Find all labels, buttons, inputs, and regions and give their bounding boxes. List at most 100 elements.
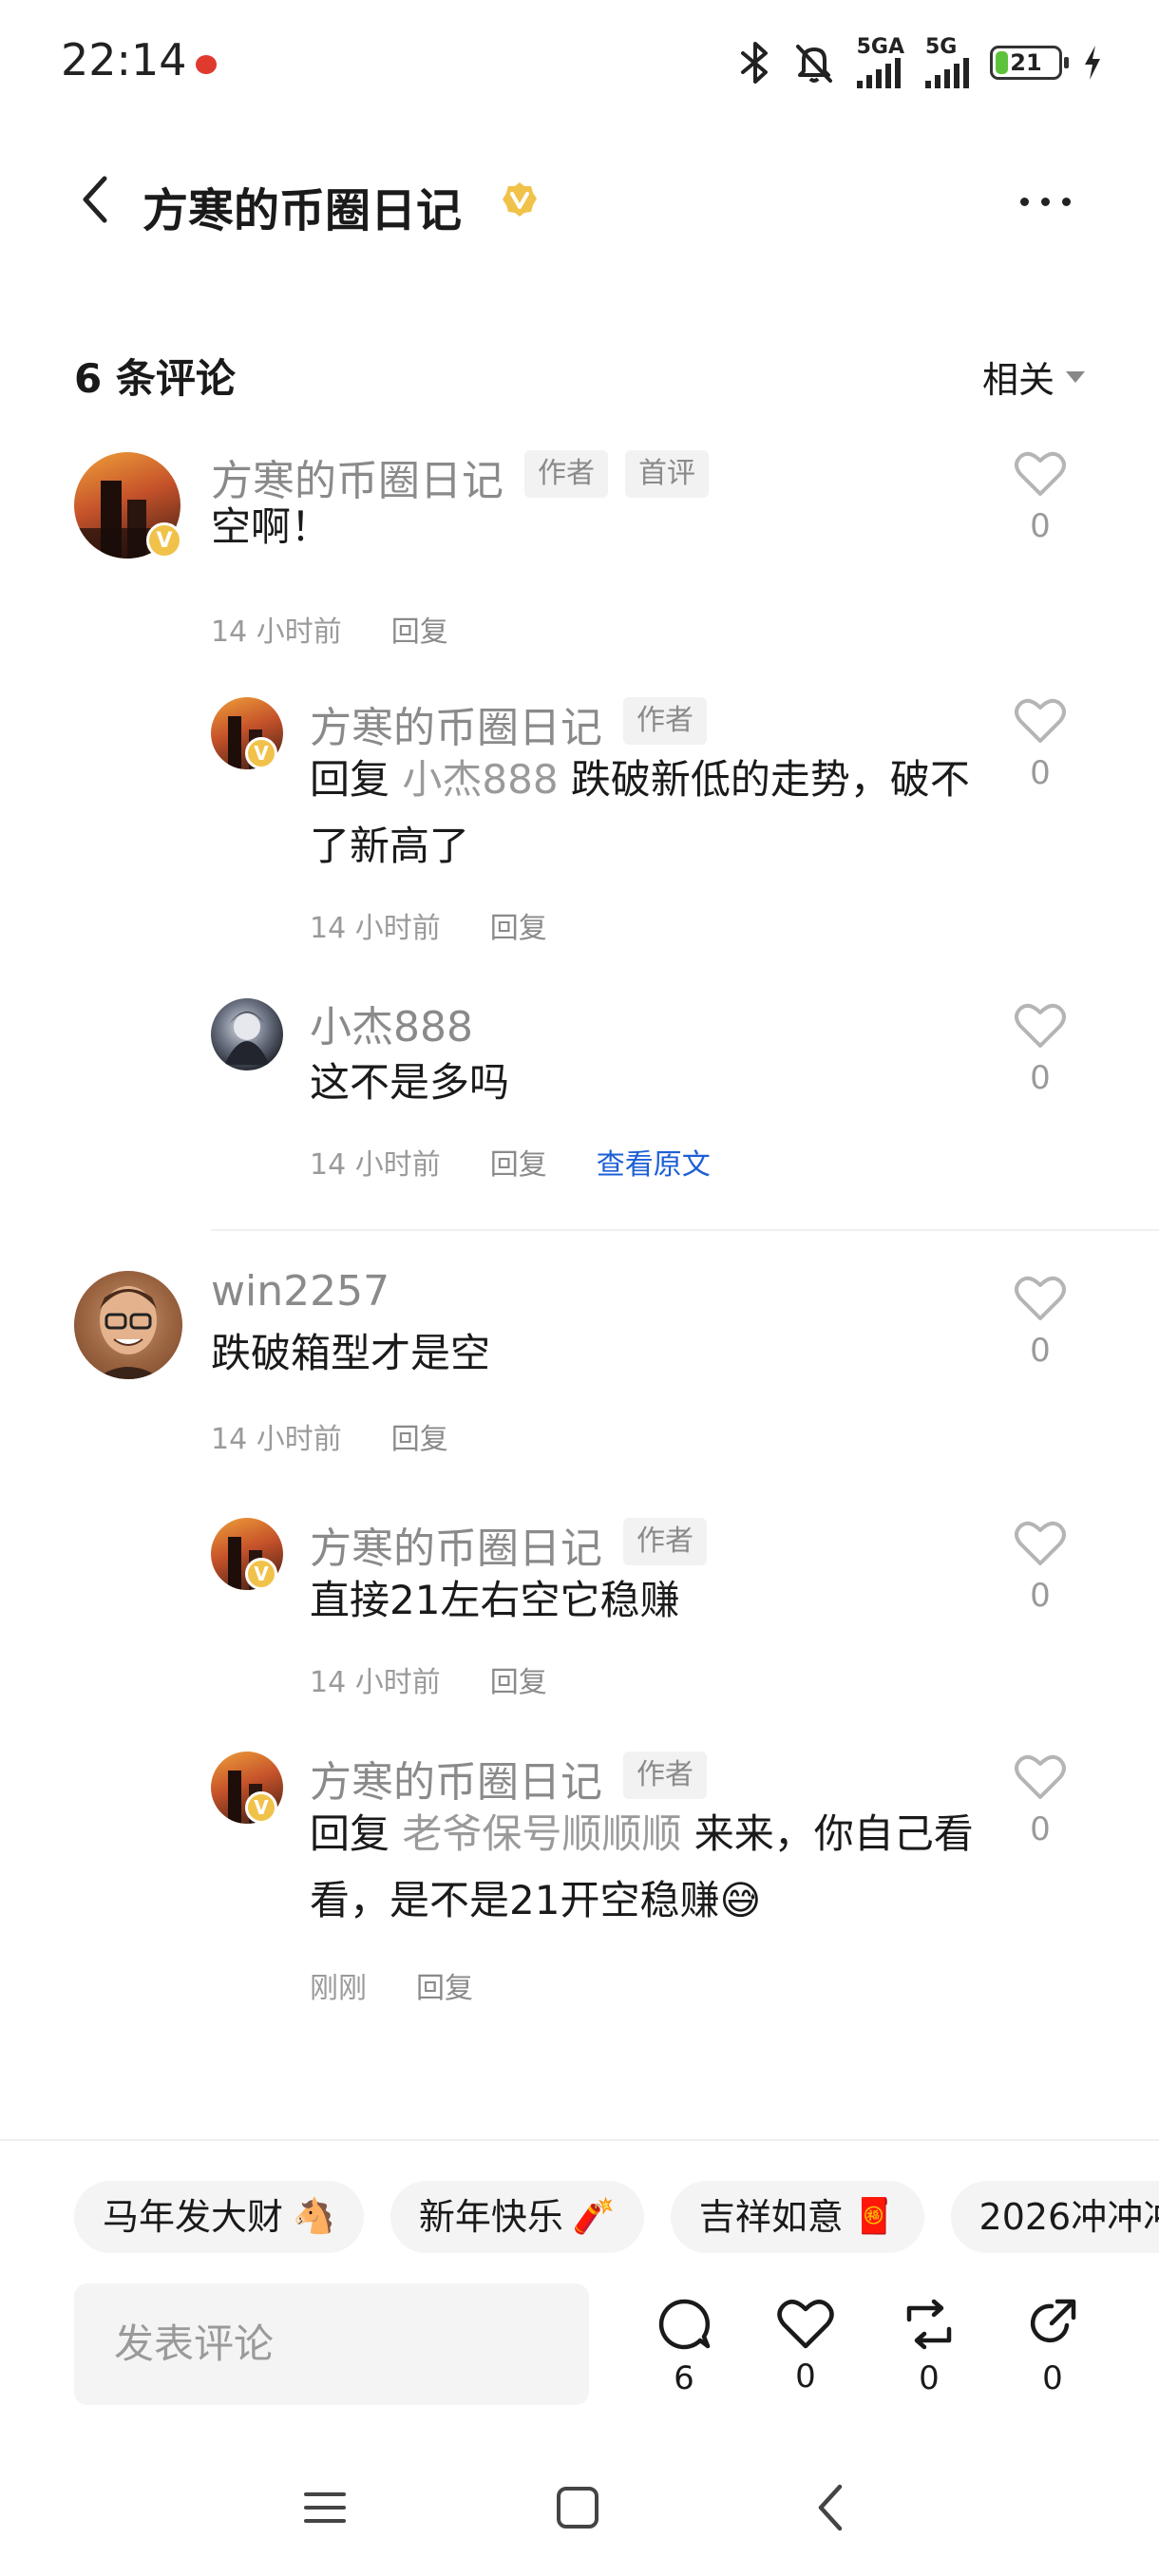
top-header: 方寒的币圈日记 — [0, 152, 1159, 247]
menu-icon — [304, 2492, 346, 2523]
verified-v-icon: V — [245, 1558, 277, 1590]
comment-count: 6 条评论 — [74, 355, 236, 402]
author-tag: 作者 — [623, 697, 707, 745]
comment-time: 14 小时前 — [310, 1148, 441, 1182]
quick-chip[interactable]: 马年发大财 🐴 — [74, 2181, 364, 2253]
repost-icon — [906, 2299, 952, 2350]
comment-text: 回复 老爷保号顺顺顺 来来，你自己看看，是不是21开空稳赚😅 — [310, 1810, 974, 1923]
reply-item: V 方寒的币圈日记 作者 回复 老爷保号顺顺顺 来来，你自己看看，是不是21开空… — [0, 1748, 1159, 2014]
heart-icon — [1015, 1754, 1066, 1799]
comment-text: 直接21左右空它稳赚 — [310, 1577, 680, 1623]
mute-bell-icon — [792, 40, 836, 85]
like-count: 0 — [1030, 1810, 1051, 1848]
status-time: 22:14 — [61, 34, 187, 85]
nav-back-button[interactable] — [792, 2470, 868, 2546]
status-bar: 22:14 5GA 5G 21 — [0, 0, 1159, 123]
page-title[interactable]: 方寒的币圈日记 — [142, 173, 462, 239]
firecracker-emoji-icon: 🧨 — [572, 2197, 616, 2236]
reply-button[interactable]: 回复 — [490, 1666, 547, 1699]
comment-time: 14 小时前 — [211, 1423, 342, 1456]
like-button[interactable]: 0 — [1007, 697, 1074, 792]
status-icons: 5GA 5G 21 — [739, 37, 1102, 88]
charging-bolt-icon — [1083, 40, 1102, 85]
comment-time: 14 小时前 — [211, 616, 342, 649]
nav-home-button[interactable] — [540, 2470, 616, 2546]
comment-author[interactable]: 方寒的币圈日记 — [310, 1514, 602, 1575]
comment-author[interactable]: win2257 — [211, 1267, 390, 1316]
back-arrow-icon — [818, 2484, 843, 2531]
comment-meta: 14 小时前 回复 — [310, 904, 547, 946]
first-comment-tag: 首评 — [625, 450, 709, 498]
share-action[interactable]: 0 — [1015, 2297, 1091, 2397]
reply-button[interactable]: 回复 — [391, 1423, 448, 1456]
mention-link[interactable]: 老爷保号顺顺顺 — [402, 1810, 681, 1857]
comment-text: 跌破箱型才是空 — [211, 1330, 491, 1376]
home-square-icon — [557, 2487, 598, 2529]
reply-button[interactable]: 回复 — [490, 912, 547, 945]
comment-text: 回复 小杰888 跌破新低的走势，破不了新高了 — [310, 756, 970, 869]
thread-divider — [211, 1229, 1159, 1231]
quick-chip[interactable]: 吉祥如意 🧧 — [670, 2181, 924, 2253]
more-options-button[interactable] — [1007, 173, 1083, 230]
red-envelope-emoji-icon: 🧧 — [852, 2197, 896, 2236]
verified-v-icon: V — [146, 522, 182, 559]
bluetooth-icon — [739, 40, 771, 85]
nav-menu-button[interactable] — [287, 2470, 363, 2546]
like-count: 0 — [1030, 1577, 1051, 1615]
quick-comment-chips: 马年发大财🐴 新年快乐🧨 吉祥如意🧧 2026冲冲冲 — [74, 2181, 1159, 2253]
shares-count: 0 — [1042, 2359, 1063, 2397]
signal-5ga-icon: 5GA — [856, 37, 904, 88]
heart-icon — [1015, 1003, 1066, 1048]
comment-author[interactable]: 小杰888 — [310, 993, 473, 1053]
reply-button[interactable]: 回复 — [416, 1972, 473, 2005]
comment-bubble-icon — [658, 2299, 711, 2350]
reply-button[interactable]: 回复 — [391, 616, 448, 649]
like-count: 0 — [1030, 507, 1051, 545]
heart-icon — [1015, 1276, 1066, 1320]
more-dots-icon — [1019, 197, 1029, 206]
notification-dot-icon — [196, 55, 217, 74]
like-button[interactable]: 0 — [1007, 1002, 1074, 1097]
comment-time: 14 小时前 — [310, 912, 441, 945]
sort-label: 相关 — [981, 359, 1054, 401]
like-count: 0 — [1030, 1332, 1051, 1370]
author-tag: 作者 — [623, 1518, 707, 1565]
heart-icon — [777, 2300, 834, 2349]
like-button[interactable]: 0 — [1007, 1753, 1074, 1848]
back-button[interactable] — [66, 171, 124, 228]
reply-button[interactable]: 回复 — [490, 1148, 547, 1182]
avatar[interactable] — [211, 998, 283, 1070]
sort-dropdown[interactable]: 相关 — [982, 350, 1085, 403]
like-action[interactable]: 0 — [768, 2297, 844, 2396]
reposts-count: 0 — [919, 2359, 940, 2397]
quick-chip[interactable]: 2026冲冲冲 — [950, 2181, 1159, 2253]
quick-chip[interactable]: 新年快乐 🧨 — [390, 2181, 644, 2253]
comment-author[interactable]: 方寒的币圈日记 — [310, 693, 602, 754]
comment-item: V 方寒的币圈日记 作者 首评 空啊！ 14 小时前 回复 0 — [0, 446, 1159, 655]
horse-emoji-icon: 🐴 — [293, 2197, 335, 2236]
like-button[interactable]: 0 — [1007, 1275, 1074, 1370]
likes-count: 0 — [795, 2358, 816, 2396]
reply-prefix: 回复 — [310, 756, 390, 803]
avatar-image — [74, 1271, 182, 1379]
comment-input[interactable]: 发表评论 — [74, 2283, 589, 2405]
comment-text: 这不是多吗 — [310, 1059, 510, 1106]
comments-action[interactable]: 6 — [646, 2297, 722, 2397]
repost-action[interactable]: 0 — [891, 2297, 967, 2397]
reply-prefix: 回复 — [310, 1810, 390, 1857]
avatar[interactable] — [74, 1271, 182, 1379]
share-icon — [1030, 2299, 1076, 2343]
view-original-link[interactable]: 查看原文 — [597, 1148, 711, 1182]
like-button[interactable]: 0 — [1007, 1520, 1074, 1615]
comment-meta: 14 小时前 回复 查看原文 — [310, 1141, 711, 1183]
like-button[interactable]: 0 — [1007, 450, 1074, 545]
comment-text: 空啊！ — [211, 503, 332, 550]
reply-item: V 方寒的币圈日记 作者 直接21左右空它稳赚 14 小时前 回复 0 — [0, 1514, 1159, 1704]
caret-down-icon — [1066, 370, 1085, 383]
comment-author[interactable]: 方寒的币圈日记 — [310, 1748, 602, 1809]
comment-item: win2257 跌破箱型才是空 14 小时前 回复 0 — [0, 1267, 1159, 1476]
mention-link[interactable]: 小杰888 — [402, 756, 558, 803]
comment-meta: 刚刚 回复 — [310, 1964, 473, 2006]
signal-5g-icon: 5G — [925, 37, 969, 88]
battery-level: 21 — [1010, 49, 1042, 76]
